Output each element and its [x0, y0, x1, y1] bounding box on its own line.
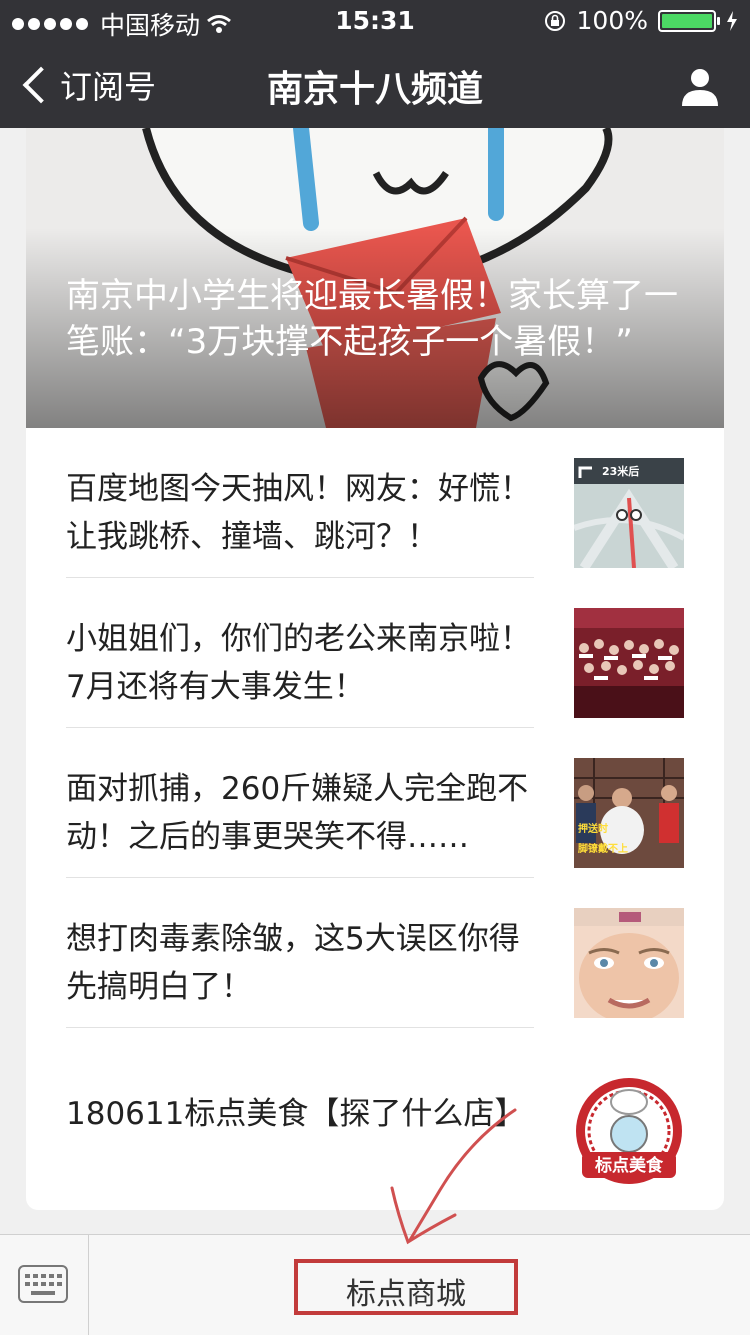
battery-icon [658, 9, 720, 32]
article-thumbnail: 23米后 [574, 458, 684, 568]
list-item[interactable]: 小姐姐们，你们的老公来南京啦！7月还将有大事发生！ [26, 578, 724, 728]
article-thumbnail [574, 908, 684, 1018]
article-title: 小姐姐们，你们的老公来南京啦！7月还将有大事发生！ [66, 621, 531, 705]
thumb-caption: 押送时 [578, 822, 608, 835]
list-item[interactable]: 面对抓捕，260斤嫌疑人完全跑不动！之后的事更哭笑不得…… 押送时 脚镣戴不上 [26, 728, 724, 878]
list-item[interactable]: 180611标点美食【探了什么店】 标点美食 [26, 1028, 724, 1210]
list-item[interactable]: 想打肉毒素除皱，这5大误区你得先搞明白了！ [26, 878, 724, 1028]
nav-bar: 订阅号 南京十八频道 [0, 40, 750, 128]
article-title: 百度地图今天抽风！网友：好慌！让我跳桥、撞墙、跳河？！ [66, 471, 531, 555]
article-title: 想打肉毒素除皱，这5大误区你得先搞明白了！ [66, 921, 520, 1005]
divider [88, 1235, 89, 1335]
charging-icon [727, 10, 737, 31]
person-icon[interactable] [680, 66, 720, 106]
status-bar: 中国移动 15:31 100% [0, 0, 750, 40]
menu-button[interactable]: 标点商城 [294, 1259, 518, 1315]
battery-percent: 100% [576, 6, 648, 35]
article-title: 180611标点美食【探了什么店】 [66, 1096, 526, 1132]
bottom-menu-bar: 标点商城 [0, 1234, 750, 1335]
thumb-caption: 脚镣戴不上 [578, 842, 628, 855]
list-item[interactable]: 百度地图今天抽风！网友：好慌！让我跳桥、撞墙、跳河？！ 23米后 [26, 428, 724, 578]
article-card: 南京中小学生将迎最长暑假！家长算了一笔账：“3万块撑不起孩子一个暑假！” 百度地… [26, 128, 724, 1210]
article-thumbnail [574, 608, 684, 718]
page-title: 南京十八频道 [266, 69, 483, 110]
article-thumbnail: 押送时 脚镣戴不上 [574, 758, 684, 868]
menu-button-label: 标点商城 [346, 1277, 466, 1312]
article-thumbnail: 标点美食 [576, 1078, 682, 1184]
rotation-lock-icon [544, 10, 565, 31]
keyboard-icon[interactable] [18, 1265, 68, 1303]
top-bar: 中国移动 15:31 100% 订阅号 南京十八频道 [0, 0, 750, 128]
hero-article[interactable]: 南京中小学生将迎最长暑假！家长算了一笔账：“3万块撑不起孩子一个暑假！” [26, 128, 724, 428]
hero-title: 南京中小学生将迎最长暑假！家长算了一笔账：“3万块撑不起孩子一个暑假！” [66, 276, 678, 362]
food-logo-text: 标点美食 [595, 1155, 664, 1176]
article-title: 面对抓捕，260斤嫌疑人完全跑不动！之后的事更哭笑不得…… [66, 771, 529, 855]
map-distance-text: 23米后 [602, 464, 639, 478]
